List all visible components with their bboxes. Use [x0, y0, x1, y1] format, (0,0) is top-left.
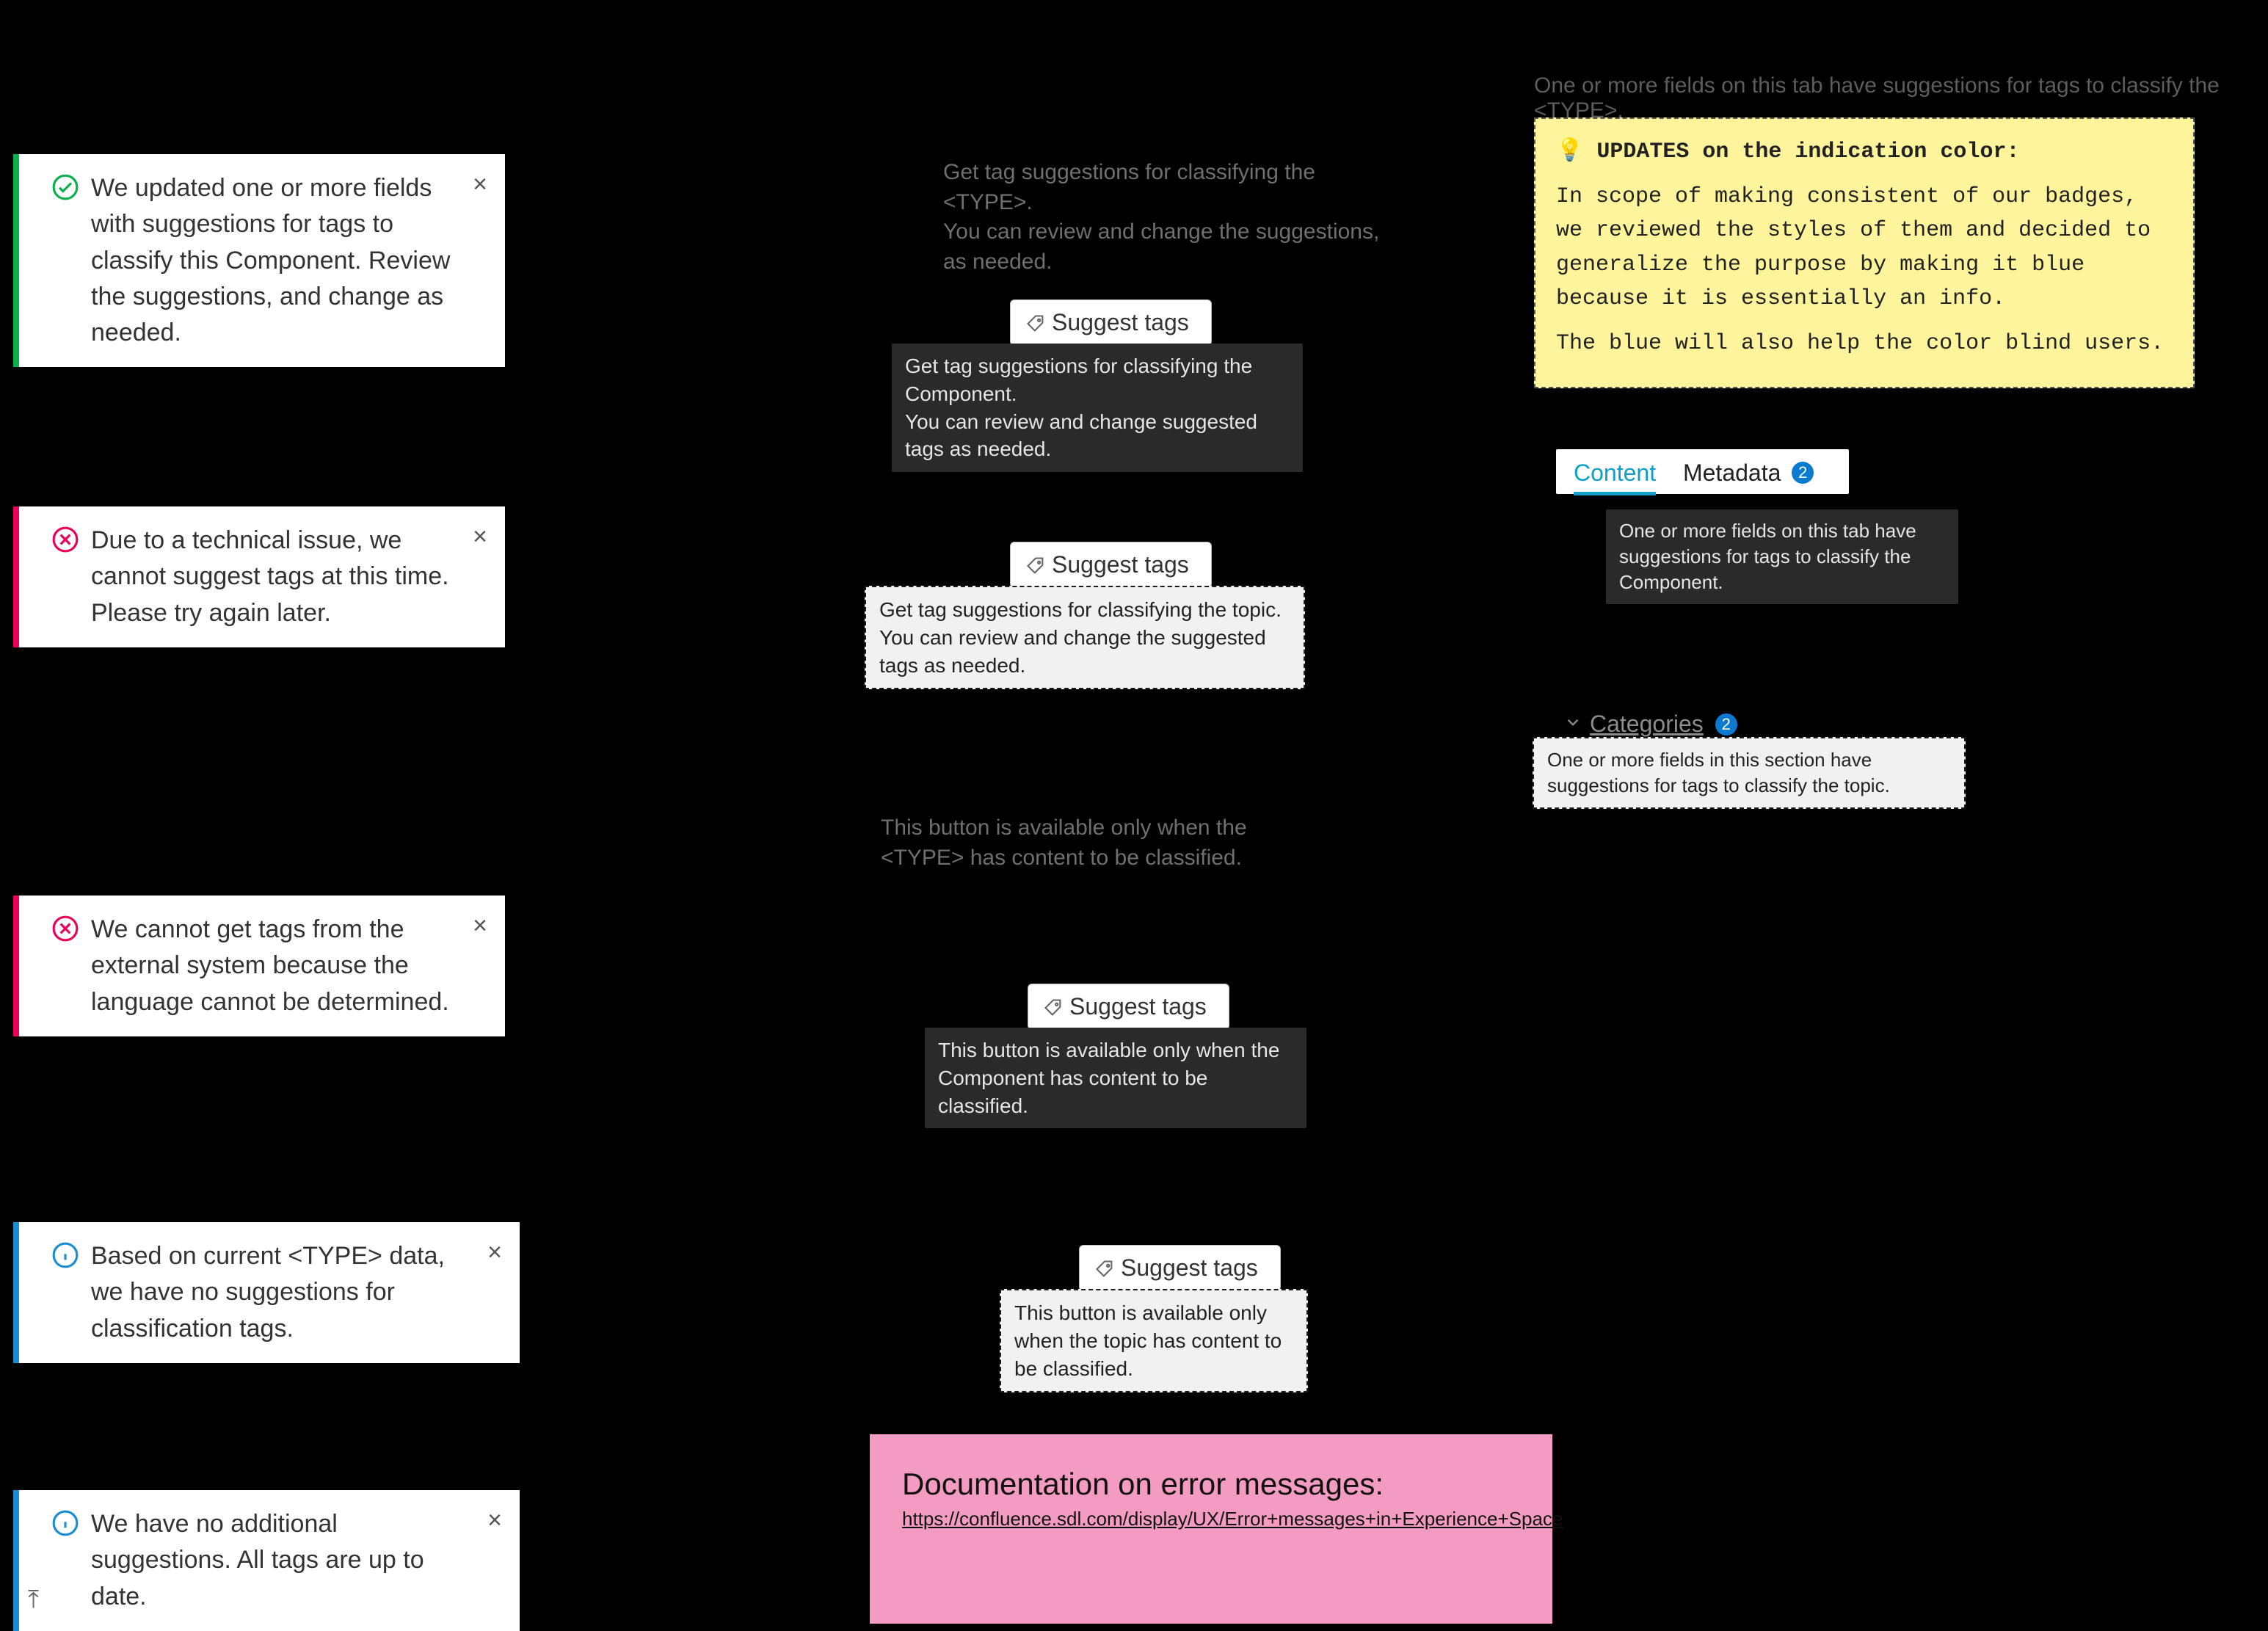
- button-label: Suggest tags: [1052, 551, 1189, 578]
- badge: 2: [1715, 713, 1737, 735]
- tooltip: One or more fields on this tab have sugg…: [1606, 509, 1958, 604]
- toast-error: Due to a technical issue, we cannot sugg…: [13, 506, 505, 647]
- tag-icon: [1025, 555, 1046, 575]
- tag-icon: [1043, 997, 1064, 1017]
- toast-success: We updated one or more fields with sugge…: [13, 154, 505, 367]
- tab-metadata[interactable]: Metadata 2: [1683, 459, 1814, 487]
- info-circle-icon: [51, 1241, 79, 1269]
- toast-message: We cannot get tags from the external sys…: [91, 912, 465, 1020]
- check-circle-icon: [51, 173, 79, 201]
- badge: 2: [1792, 462, 1814, 484]
- tab-label: Metadata: [1683, 459, 1781, 486]
- suggest-tags-button[interactable]: Suggest tags: [1079, 1245, 1281, 1291]
- collapse-icon[interactable]: ⤒: [28, 1585, 39, 1614]
- toast-message: Based on current <TYPE> data, we have no…: [91, 1238, 480, 1347]
- chevron-down-icon: [1563, 711, 1582, 738]
- tab-bar: Content Metadata 2: [1556, 449, 1849, 494]
- categories-section-header[interactable]: Categories 2: [1563, 711, 1737, 738]
- sticky-note: 💡 UPDATES on the indication color: In sc…: [1534, 117, 2195, 388]
- button-label: Suggest tags: [1069, 993, 1207, 1020]
- tooltip: Get tag suggestions for classifying the …: [892, 344, 1303, 472]
- suggest-btn-disabled-caption-template: This button is available only when the <…: [881, 813, 1292, 873]
- tooltip: This button is available only when the C…: [925, 1028, 1306, 1128]
- doc-link[interactable]: https://confluence.sdl.com/display/UX/Er…: [902, 1508, 1520, 1530]
- info-circle-icon: [51, 1509, 79, 1537]
- section-label: Categories: [1590, 711, 1704, 738]
- tab-tooltip-template: One or more fields on this tab have sugg…: [1534, 73, 2224, 123]
- button-label: Suggest tags: [1052, 309, 1189, 335]
- tab-label: Content: [1574, 459, 1656, 486]
- suggest-btn-caption-template: Get tag suggestions for classifying the …: [943, 158, 1398, 277]
- toast-error: We cannot get tags from the external sys…: [13, 896, 505, 1036]
- error-circle-icon: [51, 526, 79, 553]
- sticky-paragraph: In scope of making consistent of our bad…: [1556, 180, 2173, 316]
- toast-message: We updated one or more fields with sugge…: [91, 170, 465, 351]
- suggest-tags-button[interactable]: Suggest tags: [1010, 542, 1212, 588]
- close-icon[interactable]: ×: [487, 1240, 502, 1265]
- close-icon[interactable]: ×: [473, 172, 487, 197]
- tag-icon: [1094, 1258, 1115, 1279]
- close-icon[interactable]: ×: [473, 913, 487, 938]
- doc-link-box: Documentation on error messages: https:/…: [870, 1434, 1552, 1624]
- tab-content[interactable]: Content: [1574, 459, 1656, 487]
- close-icon[interactable]: ×: [473, 524, 487, 549]
- suggest-tags-button[interactable]: Suggest tags: [1028, 984, 1229, 1030]
- sticky-title: 💡 UPDATES on the indication color:: [1556, 135, 2173, 170]
- sticky-paragraph: The blue will also help the color blind …: [1556, 327, 2173, 361]
- error-circle-icon: [51, 915, 79, 942]
- close-icon[interactable]: ×: [487, 1508, 502, 1533]
- suggest-tags-button[interactable]: Suggest tags: [1010, 299, 1212, 346]
- toast-info: Based on current <TYPE> data, we have no…: [13, 1222, 520, 1363]
- tooltip: This button is available only when the t…: [1000, 1289, 1308, 1392]
- toast-message: We have no additional suggestions. All t…: [91, 1506, 480, 1615]
- button-label: Suggest tags: [1121, 1254, 1258, 1281]
- tag-icon: [1025, 313, 1046, 333]
- tooltip: One or more fields in this section have …: [1533, 737, 1966, 809]
- tooltip: Get tag suggestions for classifying the …: [865, 586, 1305, 689]
- doc-title: Documentation on error messages:: [902, 1467, 1520, 1502]
- toast-info: We have no additional suggestions. All t…: [13, 1490, 520, 1631]
- toast-message: Due to a technical issue, we cannot sugg…: [91, 523, 465, 631]
